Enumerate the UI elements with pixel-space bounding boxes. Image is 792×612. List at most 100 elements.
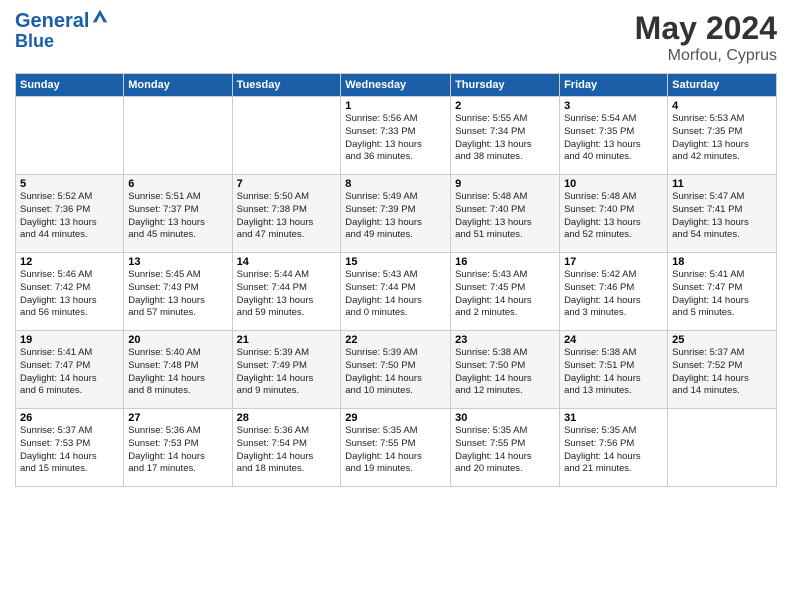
col-tuesday: Tuesday [232, 74, 341, 97]
day-number: 5 [20, 178, 119, 190]
header-row: Sunday Monday Tuesday Wednesday Thursday… [16, 74, 777, 97]
day-number: 6 [128, 178, 227, 190]
location: Morfou, Cyprus [635, 47, 777, 65]
col-friday: Friday [560, 74, 668, 97]
day-number: 16 [455, 256, 555, 268]
day-info: Sunrise: 5:44 AMSunset: 7:44 PMDaylight:… [237, 269, 337, 320]
day-number: 31 [564, 412, 663, 424]
day-info: Sunrise: 5:40 AMSunset: 7:48 PMDaylight:… [128, 347, 227, 398]
day-info: Sunrise: 5:35 AMSunset: 7:56 PMDaylight:… [564, 425, 663, 476]
col-sunday: Sunday [16, 74, 124, 97]
day-number: 11 [672, 178, 772, 190]
calendar-week-row: 5Sunrise: 5:52 AMSunset: 7:36 PMDaylight… [16, 175, 777, 253]
day-number: 2 [455, 100, 555, 112]
logo: General Blue [15, 10, 109, 52]
title-block: May 2024 Morfou, Cyprus [635, 10, 777, 65]
day-number: 23 [455, 334, 555, 346]
col-wednesday: Wednesday [341, 74, 451, 97]
calendar-week-row: 26Sunrise: 5:37 AMSunset: 7:53 PMDayligh… [16, 409, 777, 487]
day-number: 24 [564, 334, 663, 346]
day-number: 18 [672, 256, 772, 268]
day-info: Sunrise: 5:39 AMSunset: 7:50 PMDaylight:… [345, 347, 446, 398]
table-row: 8Sunrise: 5:49 AMSunset: 7:39 PMDaylight… [341, 175, 451, 253]
day-info: Sunrise: 5:43 AMSunset: 7:45 PMDaylight:… [455, 269, 555, 320]
day-number: 26 [20, 412, 119, 424]
table-row: 1Sunrise: 5:56 AMSunset: 7:33 PMDaylight… [341, 97, 451, 175]
table-row [668, 409, 777, 487]
table-row: 20Sunrise: 5:40 AMSunset: 7:48 PMDayligh… [124, 331, 232, 409]
day-number: 8 [345, 178, 446, 190]
day-info: Sunrise: 5:35 AMSunset: 7:55 PMDaylight:… [345, 425, 446, 476]
table-row: 14Sunrise: 5:44 AMSunset: 7:44 PMDayligh… [232, 253, 341, 331]
calendar-table: Sunday Monday Tuesday Wednesday Thursday… [15, 73, 777, 487]
day-number: 21 [237, 334, 337, 346]
day-info: Sunrise: 5:49 AMSunset: 7:39 PMDaylight:… [345, 191, 446, 242]
day-number: 1 [345, 100, 446, 112]
table-row: 23Sunrise: 5:38 AMSunset: 7:50 PMDayligh… [451, 331, 560, 409]
table-row: 26Sunrise: 5:37 AMSunset: 7:53 PMDayligh… [16, 409, 124, 487]
table-row: 6Sunrise: 5:51 AMSunset: 7:37 PMDaylight… [124, 175, 232, 253]
day-number: 7 [237, 178, 337, 190]
table-row: 12Sunrise: 5:46 AMSunset: 7:42 PMDayligh… [16, 253, 124, 331]
table-row: 15Sunrise: 5:43 AMSunset: 7:44 PMDayligh… [341, 253, 451, 331]
day-info: Sunrise: 5:51 AMSunset: 7:37 PMDaylight:… [128, 191, 227, 242]
logo-icon [91, 8, 109, 26]
day-info: Sunrise: 5:53 AMSunset: 7:35 PMDaylight:… [672, 113, 772, 164]
table-row [232, 97, 341, 175]
logo-text: General [15, 10, 89, 32]
day-info: Sunrise: 5:55 AMSunset: 7:34 PMDaylight:… [455, 113, 555, 164]
day-info: Sunrise: 5:35 AMSunset: 7:55 PMDaylight:… [455, 425, 555, 476]
table-row: 29Sunrise: 5:35 AMSunset: 7:55 PMDayligh… [341, 409, 451, 487]
table-row: 16Sunrise: 5:43 AMSunset: 7:45 PMDayligh… [451, 253, 560, 331]
day-number: 4 [672, 100, 772, 112]
day-info: Sunrise: 5:50 AMSunset: 7:38 PMDaylight:… [237, 191, 337, 242]
day-number: 15 [345, 256, 446, 268]
day-number: 12 [20, 256, 119, 268]
page-header: General Blue May 2024 Morfou, Cyprus [15, 10, 777, 65]
calendar-week-row: 19Sunrise: 5:41 AMSunset: 7:47 PMDayligh… [16, 331, 777, 409]
table-row: 22Sunrise: 5:39 AMSunset: 7:50 PMDayligh… [341, 331, 451, 409]
table-row: 18Sunrise: 5:41 AMSunset: 7:47 PMDayligh… [668, 253, 777, 331]
day-info: Sunrise: 5:52 AMSunset: 7:36 PMDaylight:… [20, 191, 119, 242]
table-row: 7Sunrise: 5:50 AMSunset: 7:38 PMDaylight… [232, 175, 341, 253]
day-number: 30 [455, 412, 555, 424]
table-row [124, 97, 232, 175]
day-number: 17 [564, 256, 663, 268]
table-row: 4Sunrise: 5:53 AMSunset: 7:35 PMDaylight… [668, 97, 777, 175]
day-number: 25 [672, 334, 772, 346]
day-info: Sunrise: 5:42 AMSunset: 7:46 PMDaylight:… [564, 269, 663, 320]
day-info: Sunrise: 5:37 AMSunset: 7:52 PMDaylight:… [672, 347, 772, 398]
day-info: Sunrise: 5:54 AMSunset: 7:35 PMDaylight:… [564, 113, 663, 164]
day-info: Sunrise: 5:39 AMSunset: 7:49 PMDaylight:… [237, 347, 337, 398]
calendar-week-row: 12Sunrise: 5:46 AMSunset: 7:42 PMDayligh… [16, 253, 777, 331]
table-row: 27Sunrise: 5:36 AMSunset: 7:53 PMDayligh… [124, 409, 232, 487]
col-monday: Monday [124, 74, 232, 97]
table-row [16, 97, 124, 175]
day-info: Sunrise: 5:48 AMSunset: 7:40 PMDaylight:… [455, 191, 555, 242]
day-number: 9 [455, 178, 555, 190]
table-row: 17Sunrise: 5:42 AMSunset: 7:46 PMDayligh… [560, 253, 668, 331]
page-container: General Blue May 2024 Morfou, Cyprus Sun… [0, 0, 792, 497]
table-row: 5Sunrise: 5:52 AMSunset: 7:36 PMDaylight… [16, 175, 124, 253]
table-row: 31Sunrise: 5:35 AMSunset: 7:56 PMDayligh… [560, 409, 668, 487]
col-saturday: Saturday [668, 74, 777, 97]
day-number: 13 [128, 256, 227, 268]
day-info: Sunrise: 5:37 AMSunset: 7:53 PMDaylight:… [20, 425, 119, 476]
logo-text2: Blue [15, 32, 109, 52]
table-row: 11Sunrise: 5:47 AMSunset: 7:41 PMDayligh… [668, 175, 777, 253]
table-row: 28Sunrise: 5:36 AMSunset: 7:54 PMDayligh… [232, 409, 341, 487]
day-number: 22 [345, 334, 446, 346]
day-number: 10 [564, 178, 663, 190]
table-row: 2Sunrise: 5:55 AMSunset: 7:34 PMDaylight… [451, 97, 560, 175]
calendar-week-row: 1Sunrise: 5:56 AMSunset: 7:33 PMDaylight… [16, 97, 777, 175]
month-year: May 2024 [635, 10, 777, 47]
day-info: Sunrise: 5:48 AMSunset: 7:40 PMDaylight:… [564, 191, 663, 242]
day-info: Sunrise: 5:47 AMSunset: 7:41 PMDaylight:… [672, 191, 772, 242]
day-info: Sunrise: 5:38 AMSunset: 7:51 PMDaylight:… [564, 347, 663, 398]
day-info: Sunrise: 5:41 AMSunset: 7:47 PMDaylight:… [20, 347, 119, 398]
day-info: Sunrise: 5:46 AMSunset: 7:42 PMDaylight:… [20, 269, 119, 320]
day-number: 3 [564, 100, 663, 112]
table-row: 3Sunrise: 5:54 AMSunset: 7:35 PMDaylight… [560, 97, 668, 175]
day-info: Sunrise: 5:38 AMSunset: 7:50 PMDaylight:… [455, 347, 555, 398]
day-info: Sunrise: 5:36 AMSunset: 7:53 PMDaylight:… [128, 425, 227, 476]
